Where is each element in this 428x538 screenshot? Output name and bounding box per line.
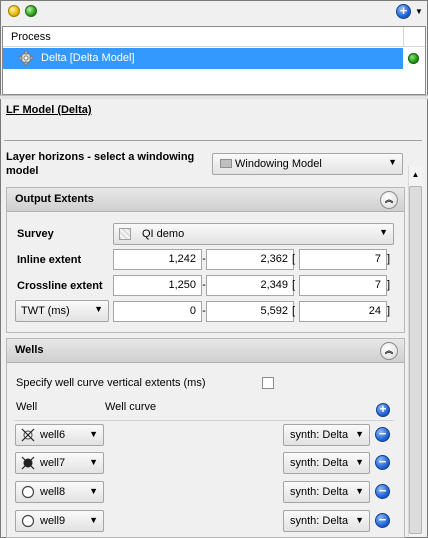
specify-extents-checkbox[interactable] [262, 377, 274, 389]
time-step-input[interactable]: 24 [299, 301, 387, 322]
well-curve-value: synth: Delta [290, 429, 349, 441]
well-curve-select[interactable]: synth: Delta ▼ [283, 452, 370, 474]
crossline-end-input[interactable]: 2,349 [206, 275, 294, 296]
page-title: LF Model (Delta) [6, 104, 92, 116]
divider [4, 140, 422, 141]
remove-well-button[interactable]: − [375, 427, 390, 442]
add-menu-chevron-icon[interactable]: ▼ [415, 7, 423, 16]
scroll-up-arrow-icon[interactable]: ▲ [410, 170, 421, 181]
chevron-down-icon: ▼ [89, 457, 98, 467]
scrollbar-thumb[interactable] [409, 186, 422, 534]
folder-icon [220, 159, 232, 168]
process-status-icon [408, 53, 419, 64]
step-bracket-open: [ [292, 279, 296, 291]
survey-value: QI demo [142, 228, 185, 240]
yellow-status-icon[interactable] [8, 5, 20, 17]
well-curve-select[interactable]: synth: Delta ▼ [283, 481, 370, 503]
wells-header[interactable]: Wells [7, 339, 404, 363]
chevron-down-icon: ▼ [355, 457, 364, 467]
add-well-button[interactable]: + [376, 403, 390, 417]
well-name: well8 [40, 486, 66, 498]
process-column-header[interactable]: Process [3, 27, 403, 47]
chevron-down-icon: ▼ [89, 515, 98, 525]
chevron-down-icon: ▼ [355, 429, 364, 439]
well-select[interactable]: well6 ▼ [15, 424, 104, 446]
time-end-input[interactable]: 5,592 [206, 301, 294, 322]
well-name: well6 [40, 429, 66, 441]
well-select[interactable]: well7 ▼ [15, 452, 104, 474]
divider [14, 420, 394, 421]
survey-icon [119, 228, 131, 240]
output-extents-header[interactable]: Output Extents [7, 188, 404, 212]
step-bracket-open: [ [292, 253, 296, 265]
well-marker-icon [21, 428, 35, 442]
splitter[interactable] [0, 95, 428, 99]
time-domain-select[interactable]: TWT (ms) ▼ [15, 300, 109, 322]
chevron-down-icon: ▼ [94, 304, 103, 314]
inline-extent-label: Inline extent [17, 254, 82, 266]
chevron-down-icon: ▼ [388, 157, 397, 167]
specify-extents-label: Specify well curve vertical extents (ms) [16, 377, 206, 389]
well-name: well7 [40, 457, 66, 469]
chevron-down-icon: ▼ [355, 515, 364, 525]
well-select[interactable]: well9 ▼ [15, 510, 104, 532]
layer-horizons-label: Layer horizons - select a windowing mode… [6, 151, 195, 177]
well-circle-icon [21, 514, 35, 528]
crossline-extent-label: Crossline extent [17, 280, 103, 292]
survey-label: Survey [17, 228, 54, 240]
inline-end-input[interactable]: 2,362 [206, 249, 294, 270]
well-curve-value: synth: Delta [290, 515, 349, 527]
well-curve-select[interactable]: synth: Delta ▼ [283, 424, 370, 446]
windowing-model-value: Windowing Model [235, 158, 322, 170]
chevron-down-icon: ▼ [355, 486, 364, 496]
step-bracket-open: [ [292, 305, 296, 317]
well-curve-select[interactable]: synth: Delta ▼ [283, 510, 370, 532]
windowing-model-select[interactable]: Windowing Model ▼ [212, 153, 403, 175]
wells-title: Wells [15, 344, 44, 356]
add-process-button[interactable]: + [396, 4, 411, 19]
green-status-icon[interactable] [25, 5, 37, 17]
well-column-header: Well [16, 401, 38, 413]
remove-well-button[interactable]: − [375, 513, 390, 528]
crossline-step-input[interactable]: 7 [299, 275, 387, 296]
step-bracket-close: ] [387, 279, 391, 291]
chevron-down-icon: ▼ [89, 486, 98, 496]
collapse-output-extents-button[interactable]: ︽ [380, 191, 398, 209]
well-curve-value: synth: Delta [290, 457, 349, 469]
remove-well-button[interactable]: − [375, 455, 390, 470]
gear-icon [18, 50, 34, 66]
output-extents-title: Output Extents [15, 193, 94, 205]
well-name: well9 [40, 515, 66, 527]
chevron-down-icon: ▼ [379, 227, 388, 237]
well-marker-icon [21, 456, 35, 470]
status-column-header [403, 27, 425, 47]
collapse-wells-button[interactable]: ︽ [380, 342, 398, 360]
step-bracket-close: ] [387, 253, 391, 265]
well-curve-value: synth: Delta [290, 486, 349, 498]
well-select[interactable]: well8 ▼ [15, 481, 104, 503]
crossline-start-input[interactable]: 1,250 [113, 275, 202, 296]
remove-well-button[interactable]: − [375, 484, 390, 499]
time-start-input[interactable]: 0 [113, 301, 202, 322]
well-circle-icon [21, 485, 35, 499]
step-bracket-close: ] [387, 305, 391, 317]
inline-start-input[interactable]: 1,242 [113, 249, 202, 270]
survey-select[interactable]: QI demo ▼ [113, 223, 394, 245]
well-curve-column-header: Well curve [105, 401, 157, 413]
inline-step-input[interactable]: 7 [299, 249, 387, 270]
process-row-selected[interactable]: Delta [Delta Model] [3, 48, 403, 69]
time-domain-value: TWT (ms) [21, 305, 70, 317]
chevron-down-icon: ▼ [89, 429, 98, 439]
